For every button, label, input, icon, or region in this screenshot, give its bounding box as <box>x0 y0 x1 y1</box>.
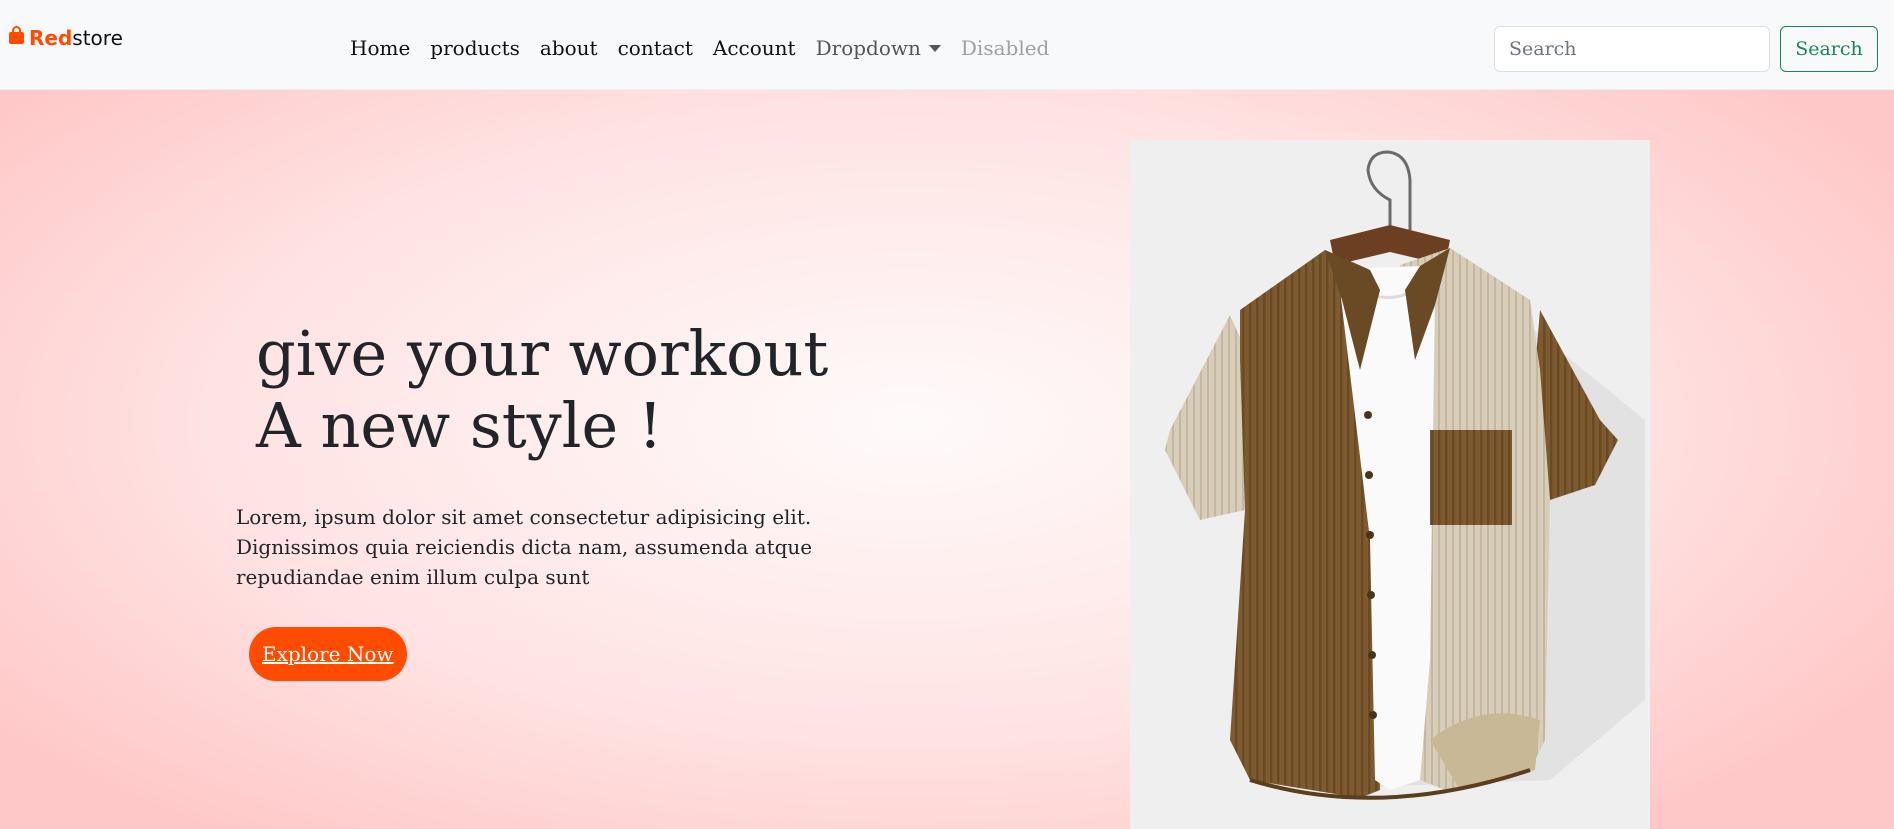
brand-logo[interactable]: Red store <box>8 26 123 50</box>
brand-name-accent: Red <box>29 26 73 50</box>
nav-dropdown-label: Dropdown <box>815 36 921 60</box>
nav-link-disabled: Disabled <box>960 36 1050 60</box>
search-input[interactable] <box>1494 26 1770 72</box>
hero-headline: give your workout A new style ! <box>256 318 828 462</box>
nav-links: Home products about contact Account Drop… <box>340 36 1059 60</box>
nav-link-account[interactable]: Account <box>703 36 806 60</box>
explore-now-button[interactable]: Explore Now <box>249 627 407 681</box>
caret-down-icon <box>928 44 941 52</box>
shopping-bag-icon <box>8 26 25 50</box>
nav-link-home[interactable]: Home <box>340 36 420 60</box>
nav-link-contact[interactable]: contact <box>608 36 703 60</box>
hero-product-image <box>1130 140 1650 829</box>
hero-section: give your workout A new style ! Lorem, i… <box>0 90 1894 829</box>
hero-headline-line-2: A new style ! <box>256 389 663 462</box>
brand-name-rest: store <box>72 26 123 50</box>
hero-headline-line-1: give your workout <box>256 317 829 390</box>
nav-link-about[interactable]: about <box>530 36 608 60</box>
shirt-illustration <box>1165 150 1645 800</box>
hero-description: Lorem, ipsum dolor sit amet consectetur … <box>236 505 813 589</box>
nav-link-products[interactable]: products <box>420 36 530 60</box>
search-form: Search <box>1494 26 1878 72</box>
nav-dropdown-toggle[interactable]: Dropdown <box>806 36 951 60</box>
search-button[interactable]: Search <box>1780 26 1878 72</box>
navbar: Red store Home products about contact Acc… <box>0 0 1894 90</box>
